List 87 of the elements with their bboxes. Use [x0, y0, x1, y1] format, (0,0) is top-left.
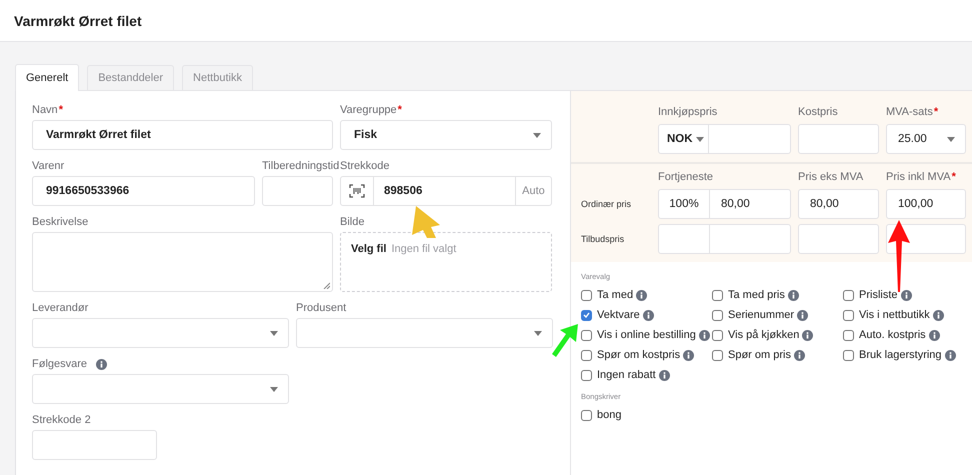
- checkbox-label: Bruk lagerstyring: [859, 349, 942, 361]
- required-mark: *: [952, 171, 956, 183]
- column-label: Pris eks MVA: [798, 171, 864, 183]
- info-icon: [900, 290, 912, 300]
- checkbox-label: Ta med pris: [728, 289, 785, 301]
- checkbox[interactable]: [712, 310, 723, 320]
- checkbox[interactable]: [581, 330, 592, 340]
- info-icon: [642, 310, 654, 320]
- field-label: Bilde: [340, 216, 364, 228]
- text-field[interactable]: 9916650533966: [32, 176, 255, 206]
- checkbox-label: Serienummer: [728, 309, 794, 321]
- field-label: Tilberedningstid: [262, 160, 340, 172]
- checkbox[interactable]: [843, 290, 854, 300]
- choose-file-button[interactable]: Velg fil: [351, 243, 386, 255]
- checkbox-label: Vis på kjøkken: [728, 329, 800, 341]
- select-field[interactable]: [296, 318, 553, 348]
- field-label: Strekkode 2: [32, 414, 91, 426]
- caret-icon: [534, 330, 542, 336]
- field-label: Produsent: [296, 302, 346, 314]
- row-label: Ordinær pris: [581, 199, 632, 209]
- field-label: Følgesvare: [32, 358, 88, 370]
- window-title: Varmrøkt Ørret filet: [14, 12, 142, 28]
- checkbox[interactable]: [581, 410, 592, 420]
- price-ex-vat-field[interactable]: 80,00: [798, 189, 879, 219]
- checkbox-label: Spør om pris: [728, 349, 791, 361]
- checkbox[interactable]: [581, 310, 592, 320]
- info-icon: [928, 330, 940, 340]
- checkbox-label: Ta med: [597, 289, 634, 301]
- checkbox[interactable]: [843, 330, 854, 340]
- cost-price-field[interactable]: [798, 124, 879, 154]
- column-label: Innkjøpspris: [658, 106, 718, 118]
- checkbox[interactable]: [712, 330, 723, 340]
- field-label: Varenr: [32, 160, 64, 172]
- info-icon: [698, 330, 710, 340]
- info-icon: [802, 330, 814, 340]
- checkbox-label: Spør om kostpris: [597, 349, 680, 361]
- field-label: Strekkode: [340, 160, 390, 172]
- info-icon: [636, 290, 648, 300]
- checkbox-label: Ingen rabatt: [597, 369, 656, 381]
- text-field[interactable]: Varmrøkt Ørret filet: [32, 120, 333, 150]
- info-icon: [932, 310, 944, 320]
- info-icon: [944, 350, 956, 360]
- info-icon: [658, 370, 670, 380]
- caret-icon: [947, 136, 955, 142]
- resize-grip-icon[interactable]: [323, 282, 330, 289]
- required-mark: *: [58, 104, 63, 116]
- select-field[interactable]: [32, 318, 289, 348]
- field-label: Beskrivelse: [32, 216, 88, 228]
- price-ex-vat-field[interactable]: [798, 224, 879, 254]
- checkbox-label: Prisliste: [859, 289, 898, 301]
- info-icon: [683, 350, 694, 360]
- checkbox[interactable]: [581, 370, 592, 380]
- tab[interactable]: Generelt: [15, 64, 80, 91]
- checkbox[interactable]: [843, 310, 854, 320]
- text-field[interactable]: [32, 430, 157, 460]
- checkbox[interactable]: [581, 290, 592, 300]
- row-label: Tilbudspris: [581, 234, 626, 244]
- checkbox-label: Auto. kostpris: [859, 329, 926, 341]
- vat-select[interactable]: 25.00: [886, 124, 966, 154]
- info-icon: [794, 350, 805, 360]
- checkbox[interactable]: [581, 350, 592, 360]
- file-status: Ingen fil valgt: [391, 243, 456, 255]
- checkbox-label: bong: [597, 409, 622, 421]
- text-field[interactable]: [262, 176, 333, 206]
- caret-icon: [270, 386, 278, 392]
- info-icon: [788, 290, 799, 300]
- field-label: Varegruppe: [340, 104, 397, 116]
- checkbox[interactable]: [712, 350, 723, 360]
- checkbox-label: Vektvare: [597, 309, 640, 321]
- column-label: Fortjeneste: [658, 171, 714, 183]
- checkbox-label: Vis i online bestilling: [597, 329, 696, 341]
- checkbox-label: Vis i nettbutikk: [859, 309, 930, 321]
- checkbox[interactable]: [843, 350, 854, 360]
- column-label: Kostpris: [798, 106, 838, 118]
- checkbox[interactable]: [712, 290, 723, 300]
- column-label: Pris inkl MVA: [886, 171, 951, 183]
- price-inc-vat-field[interactable]: 100,00: [886, 189, 966, 219]
- field-label: Leverandør: [32, 302, 88, 314]
- info-icon: [797, 310, 808, 320]
- select-field[interactable]: Fisk: [340, 120, 552, 150]
- required-mark: *: [934, 106, 938, 118]
- field-label: Navn: [32, 104, 58, 116]
- required-mark: *: [398, 104, 402, 116]
- column-label: MVA-sats: [886, 106, 933, 118]
- select-field[interactable]: [32, 374, 289, 404]
- caret-icon: [533, 132, 541, 138]
- caret-icon: [270, 330, 278, 336]
